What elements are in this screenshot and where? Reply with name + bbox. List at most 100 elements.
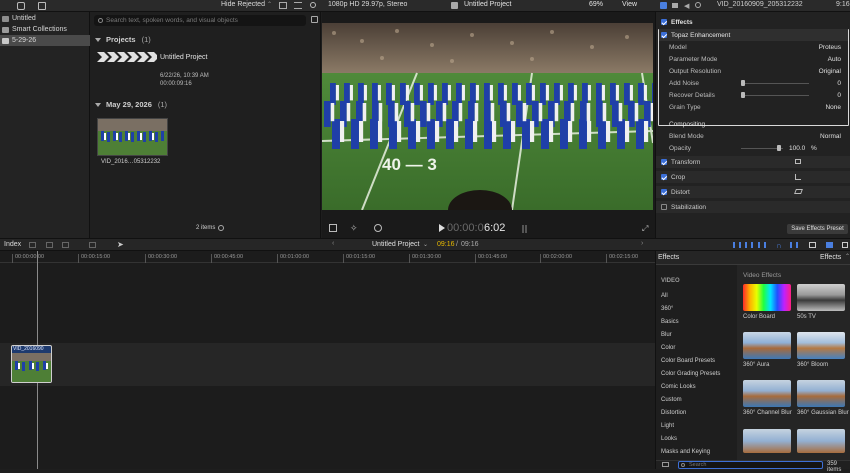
slider-knob[interactable] (777, 145, 781, 151)
effects-category-item[interactable]: Light (661, 423, 674, 429)
select-tool-icon[interactable]: ➤ (117, 240, 124, 249)
snapping-icon[interactable] (790, 242, 798, 248)
save-effects-preset-button[interactable]: Save Effects Preset (787, 224, 848, 234)
view-dropdown[interactable]: View (622, 1, 637, 8)
transitions-browser-icon[interactable] (842, 242, 848, 248)
param-value[interactable]: 0 (837, 80, 841, 87)
insert-clip-icon[interactable] (46, 242, 53, 248)
effect-thumb-360-gaussian-blur[interactable] (797, 380, 845, 407)
effects-section-header[interactable]: Effects (656, 16, 850, 28)
effects-header-right[interactable]: Effects (820, 254, 841, 261)
clip-appearance-icon[interactable] (809, 242, 816, 248)
timeline-clip[interactable]: VID_2016090 (11, 345, 52, 383)
project-thumbnail[interactable] (97, 52, 157, 62)
append-clip-icon[interactable] (62, 242, 69, 248)
slider-knob[interactable] (741, 80, 745, 86)
param-output-resolution[interactable]: Output Resolution Original (669, 65, 849, 77)
compositing-header[interactable]: Compositing (669, 118, 850, 130)
connect-clip-icon[interactable] (29, 242, 36, 248)
effects-category-item[interactable]: 360° (661, 306, 673, 312)
timeline[interactable]: 00:00:00:00 00:00:15:00 00:00:30:00 00:00:4… (0, 251, 655, 469)
blend-mode-row[interactable]: Blend Mode Normal (669, 130, 849, 142)
overwrite-clip-icon[interactable] (89, 242, 96, 248)
video-inspector-icon[interactable] (672, 3, 678, 8)
param-grain-type[interactable]: Grain Type None (669, 101, 849, 113)
add-noise-slider[interactable] (741, 83, 809, 84)
timeline-ruler[interactable]: 00:00:00:00 00:00:15:00 00:00:30:00 00:00:4… (0, 251, 655, 263)
effects-category-item[interactable]: Distortion (661, 410, 686, 416)
slider-knob[interactable] (741, 92, 745, 98)
transform-icon[interactable] (795, 159, 801, 164)
effects-search-input[interactable]: Search (678, 461, 823, 469)
browser-search-input[interactable]: Search text, spoken words, and visual ob… (94, 15, 306, 26)
enhance-icon[interactable]: ✧ (350, 223, 358, 234)
effects-category-item[interactable]: Basics (661, 319, 679, 325)
effects-category-item[interactable]: Masks and Keying (661, 449, 710, 455)
skimming-icon[interactable] (733, 242, 741, 248)
info-inspector-icon[interactable] (695, 2, 701, 8)
audio-inspector-icon[interactable]: ◀ (684, 2, 689, 10)
param-value[interactable]: None (825, 104, 841, 111)
crop-checkbox[interactable] (661, 174, 667, 180)
inspector-icon[interactable] (660, 2, 667, 9)
recover-details-slider[interactable] (741, 95, 809, 96)
list-view-icon[interactable] (294, 2, 302, 9)
effect-thumb-next-1[interactable] (743, 429, 791, 453)
filter-dropdown[interactable]: Hide Rejected (221, 1, 265, 8)
distort-checkbox[interactable] (661, 189, 667, 195)
effects-category-item[interactable]: All (661, 293, 668, 299)
distort-row[interactable]: Distort (656, 186, 850, 198)
effects-checkbox[interactable] (661, 19, 667, 25)
sidebar-item-smart-collections[interactable]: Smart Collections (0, 24, 90, 35)
filmstrip-view-icon[interactable] (279, 2, 287, 9)
stabilization-row[interactable]: Stabilization (656, 201, 850, 213)
stabilization-checkbox[interactable] (661, 204, 667, 210)
opacity-value[interactable]: 100.0 (789, 145, 805, 152)
effect-thumb-color-board[interactable] (743, 284, 791, 311)
param-mode[interactable]: Parameter Mode Auto (669, 53, 849, 65)
effects-category-item[interactable]: Custom (661, 397, 682, 403)
zoom-dropdown[interactable]: 69% (589, 1, 603, 8)
search-icon[interactable] (310, 2, 316, 8)
back-arrow-icon[interactable]: ‹ (332, 240, 334, 247)
param-model[interactable]: Model Proteus (669, 41, 849, 53)
transform-checkbox[interactable] (661, 159, 667, 165)
effect-thumb-360-bloom[interactable] (797, 332, 845, 359)
effects-category-item[interactable]: Color Board Presets (661, 358, 715, 364)
index-button[interactable]: Index (4, 241, 21, 248)
topaz-checkbox[interactable] (661, 32, 667, 38)
effects-category-item[interactable]: Comic Looks (661, 384, 696, 390)
transform-tool-icon[interactable] (329, 224, 337, 232)
share-icon[interactable] (38, 2, 46, 10)
effects-category-item[interactable]: Blur (661, 332, 672, 338)
projects-section-header[interactable]: Projects (1) (95, 35, 151, 44)
distort-icon[interactable] (794, 189, 803, 194)
transform-row[interactable]: Transform (656, 156, 850, 168)
play-button[interactable] (439, 224, 445, 232)
chevron-down-icon[interactable]: ⌄ (423, 241, 428, 248)
crop-row[interactable]: Crop (656, 171, 850, 183)
param-value[interactable]: 0 (837, 92, 841, 99)
param-value[interactable]: Original (819, 68, 841, 75)
param-value[interactable]: Proteus (819, 44, 841, 51)
effects-category-item[interactable]: Looks (661, 436, 677, 442)
solo-icon[interactable] (758, 242, 766, 248)
effects-browser-icon[interactable] (826, 242, 833, 248)
effect-thumb-360-aura[interactable] (743, 332, 791, 359)
keyword-icon[interactable] (17, 2, 25, 10)
speed-icon[interactable] (374, 224, 382, 232)
effects-category-item[interactable]: Color (661, 345, 675, 351)
date-section-header[interactable]: May 29, 2026 (1) (95, 100, 167, 109)
effect-thumb-360-channel-blur[interactable] (743, 380, 791, 407)
effect-thumb-50s-tv[interactable] (797, 284, 845, 311)
fullscreen-icon[interactable]: ⤢ (642, 224, 648, 234)
opacity-row[interactable]: Opacity 100.0 % (669, 142, 849, 154)
clip-thumbnail[interactable] (97, 118, 168, 156)
effects-sidebar-toggle-icon[interactable] (662, 462, 669, 467)
forward-arrow-icon[interactable]: › (641, 240, 643, 247)
info-icon[interactable] (218, 225, 224, 231)
topaz-enhancement-header[interactable]: Topaz Enhancement (659, 29, 848, 41)
browser-view-icon[interactable] (311, 16, 318, 23)
sidebar-item-event[interactable]: 5-29-26 (0, 35, 90, 46)
crop-icon[interactable] (795, 174, 801, 180)
